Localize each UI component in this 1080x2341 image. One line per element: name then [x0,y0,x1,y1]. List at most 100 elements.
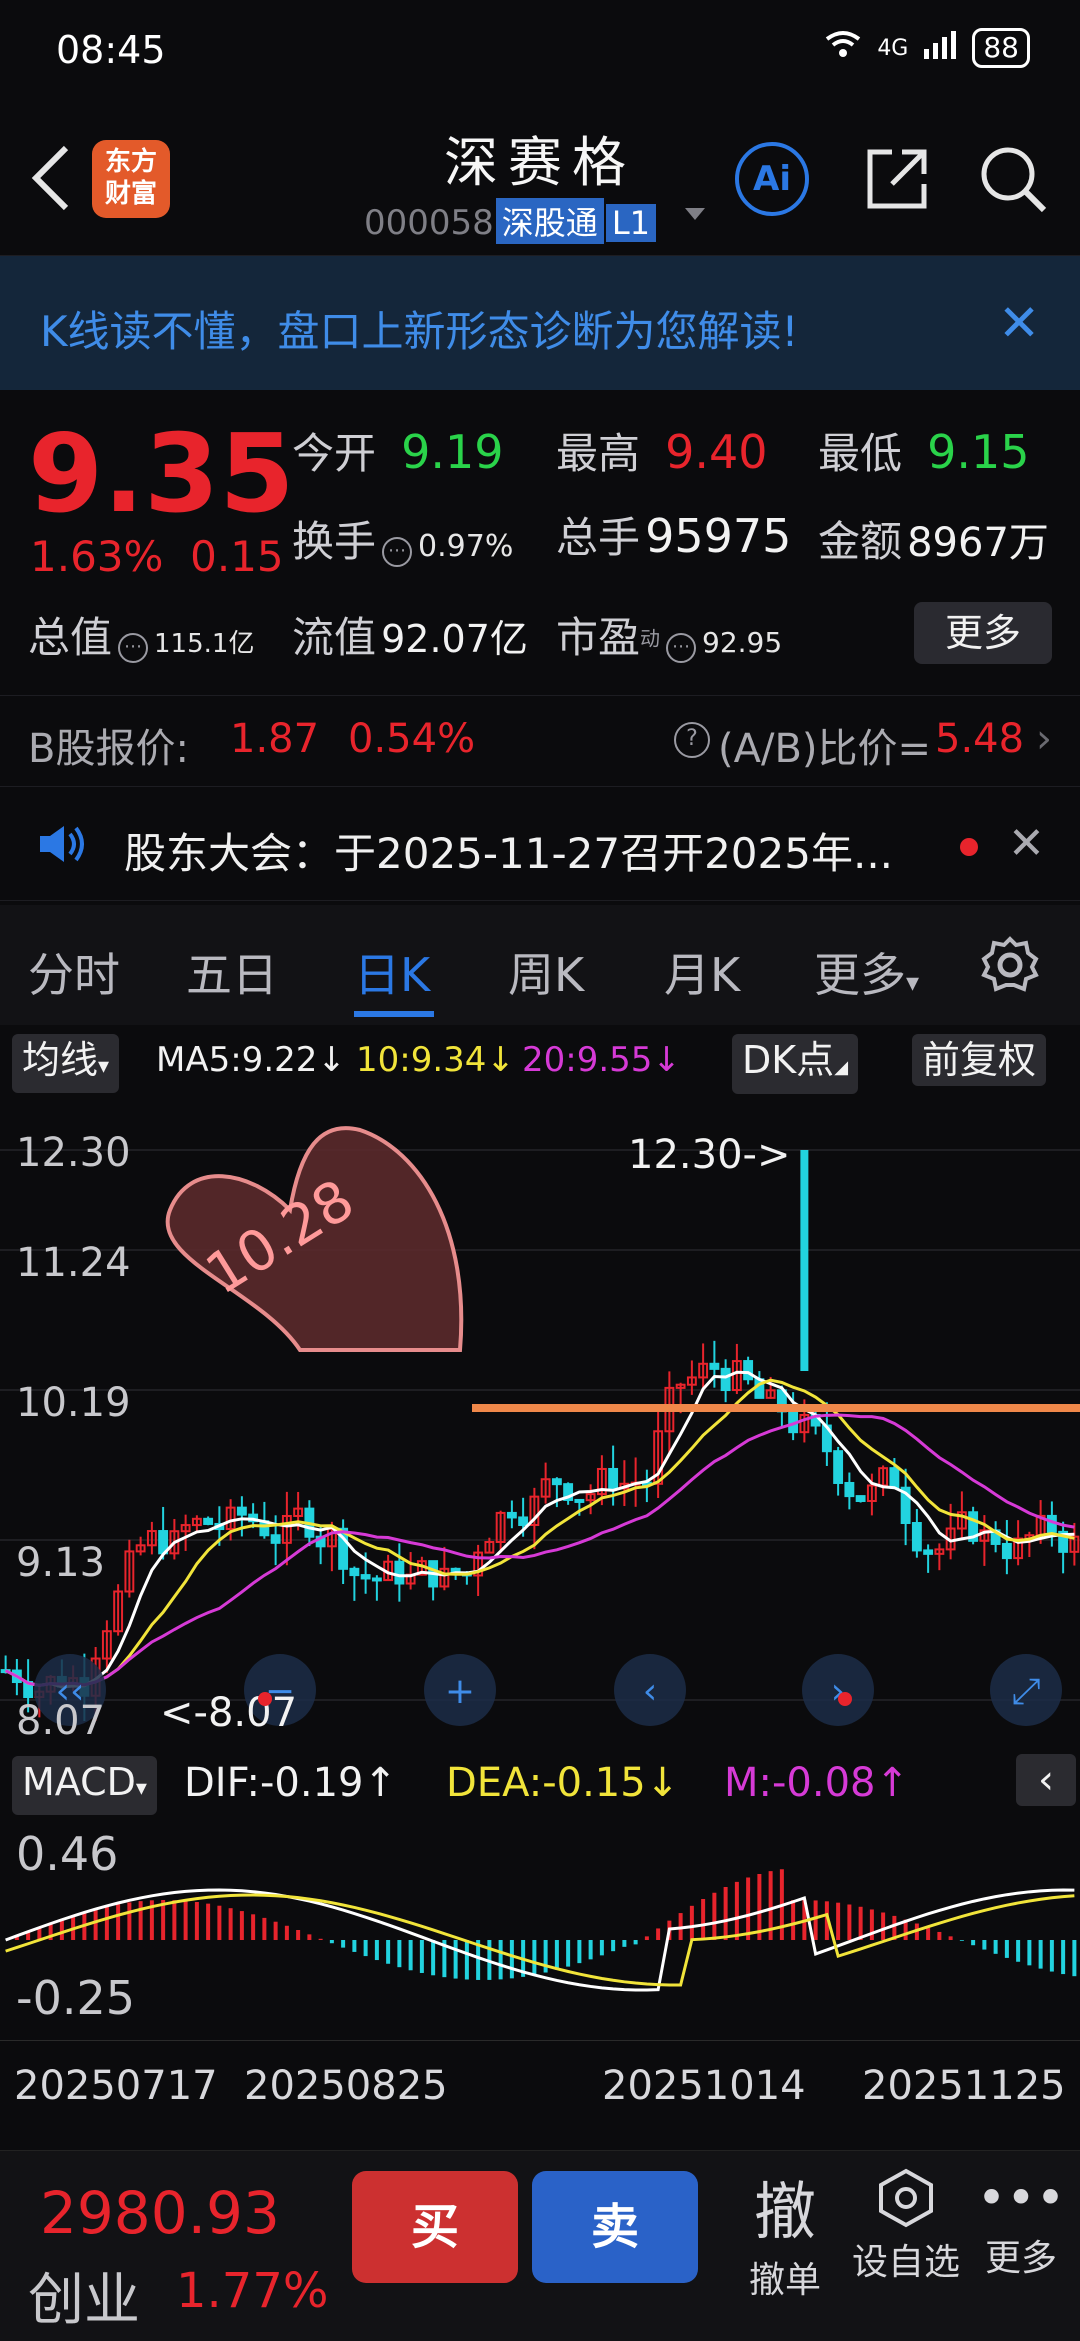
candle-body [608,1467,619,1490]
amount-value: 8967万 [907,520,1049,566]
candle-body [506,1511,517,1519]
help-icon[interactable]: ? [668,722,716,758]
adjust-button[interactable]: 前复权 [912,1034,1047,1086]
macd-chart[interactable]: 0.46 -0.25 [0,1815,1080,2040]
ma-selector-label: 均线 [22,1038,99,1082]
macd-legend-row: MACD▾ DIF:-0.19↑ DEA:-0.15↓ M:-0.08↑ ‹ [0,1752,1080,1815]
change-value: 0.15 [190,532,284,581]
mcap-value: 115.1亿 [154,629,255,659]
wifi-icon [823,29,863,67]
battery-indicator: 88 [972,28,1030,68]
chevron-right-icon[interactable]: › [1036,716,1052,762]
collapse-icon[interactable]: ‹ [1016,1754,1076,1806]
date-label: 20250717 [14,2063,218,2109]
float-value: 92.07亿 [381,617,528,661]
candle-body [1001,1542,1012,1560]
caret-down-icon: ▾ [98,1054,110,1079]
dif-text: DIF:-0.19 [184,1760,364,1806]
kline-svg: ‹‹ − + ‹ › ⤢ [0,1126,1080,1726]
dea-value: DEA:-0.15↓ [446,1760,680,1806]
low-annotation: <-8.07 [160,1690,298,1736]
tab-more[interactable]: 更多▾ [814,939,919,1005]
cancel-label: 撤单 [748,2260,821,2301]
network-label: 4G [877,35,909,61]
info-icon[interactable]: ⋯ [666,632,697,663]
gear-icon[interactable] [980,935,1040,999]
y-label-3: 10.19 [16,1380,131,1426]
pe-label: 市盈 [556,613,641,662]
dif-value: DIF:-0.19↑ [184,1760,397,1806]
y-label-bottom: 8.07 [16,1698,106,1744]
more-dots-icon: ••• [976,2169,1066,2227]
tab-monthly-k[interactable]: 月K [664,939,740,1005]
dk-label: DK点 [742,1038,835,1082]
active-tab-indicator [354,1011,434,1017]
open-row: 今开 9.19 [292,420,504,481]
chevron-down-icon[interactable] [685,208,705,220]
low-value: 9.15 [927,425,1030,479]
more-quote-button[interactable]: 更多 [914,602,1052,664]
tab-intraday[interactable]: 分时 [28,939,120,1005]
tab-daily-k[interactable]: 日K [354,939,430,1005]
y-label-2: 11.24 [16,1240,131,1286]
macd-selector[interactable]: MACD▾ [12,1756,157,1815]
y-label-4: 9.13 [16,1540,106,1586]
amount-label: 金额 [818,517,903,566]
volume-label: 总手 [556,513,641,562]
turnover-label: 换手 [292,517,377,566]
ai-icon[interactable]: Ai [735,142,809,216]
b-share-price: 1.87 [230,716,320,762]
candle-body [855,1495,866,1502]
candle-body [911,1522,922,1552]
add-watchlist-button[interactable]: 设自选 [846,2167,966,2285]
tab-weekly-k[interactable]: 周K [508,939,584,1005]
stock-code: 000058 [364,203,494,243]
unread-dot [960,838,978,856]
close-icon[interactable]: ✕ [998,294,1040,352]
macd-selector-label: MACD [22,1760,136,1804]
more-button[interactable]: ••• 更多 [976,2167,1066,2281]
candle-body [833,1450,844,1484]
float-row: 流值 92.07亿 [292,604,528,665]
search-icon[interactable] [976,142,1050,216]
sell-button[interactable]: 卖 [532,2171,698,2283]
app-header: 东方 财富 深赛格 000058 深股通 L1 Ai [0,100,1080,256]
caret-down-icon: ▾ [135,1776,147,1801]
ma5-text: MA5:9.22 [156,1040,318,1080]
index-value[interactable]: 2980.93 [40,2179,280,2247]
b-share-row[interactable]: B股报价: 1.87 0.54% ? (A/B)比价= 5.48 › [0,695,1080,787]
buy-button[interactable]: 买 [352,2171,518,2283]
info-icon[interactable]: ⋯ [382,536,413,567]
high-label: 最高 [556,429,641,478]
info-icon[interactable]: ⋯ [118,632,149,663]
connect-tag: 深股通 [495,198,604,244]
m-text: M:-0.08 [724,1760,876,1806]
y-label-top: 12.30 [16,1130,131,1176]
close-icon[interactable]: ✕ [1008,818,1045,869]
amount-row: 金额 8967万 [818,508,1049,569]
status-bar: 08:45 4G 88 [0,0,1080,100]
notice-row[interactable]: 股东大会：于2025-11-27召开2025年... ✕ [0,790,1080,901]
open-value: 9.19 [401,425,504,479]
watchlist-icon [846,2167,966,2233]
low-label: 最低 [818,429,903,478]
kline-chart[interactable]: ‹‹ − + ‹ › ⤢ 12.30 11.24 10.19 9.13 8.07 12.3… [0,1090,1080,1750]
promo-banner[interactable]: K线读不懂，盘口上新形态诊断为您解读! ✕ [0,256,1080,390]
date-label: 20251014 [602,2063,806,2109]
quote-panel: 9.35 1.63% 0.15 今开 9.19 最高 9.40 最低 9.15 … [0,392,1080,692]
status-time: 08:45 [56,28,166,72]
last-price: 9.35 [28,412,295,537]
dk-point-button[interactable]: DK点◢ [732,1034,859,1094]
share-icon[interactable] [862,144,932,214]
candle-body [720,1367,731,1392]
cancel-order-button[interactable]: 撤 撤单 [740,2161,830,2303]
macd-y-bottom: -0.25 [16,1971,136,2025]
stock-code-row[interactable]: 000058 深股通 L1 [364,198,656,244]
tab-five-day[interactable]: 五日 [186,939,278,1005]
change-pct: 1.63% [30,532,164,581]
ma-selector[interactable]: 均线▾ [12,1034,120,1093]
candle-body [709,1362,720,1370]
ma-legend-row: 均线▾ MA5:9.22↓ 10:9.34↓ 20:9.55↓ DK点◢ 前复权 [0,1030,1080,1094]
index-name[interactable]: 创业 [28,2255,140,2336]
ma20-text: 20:9.55 [522,1040,653,1080]
